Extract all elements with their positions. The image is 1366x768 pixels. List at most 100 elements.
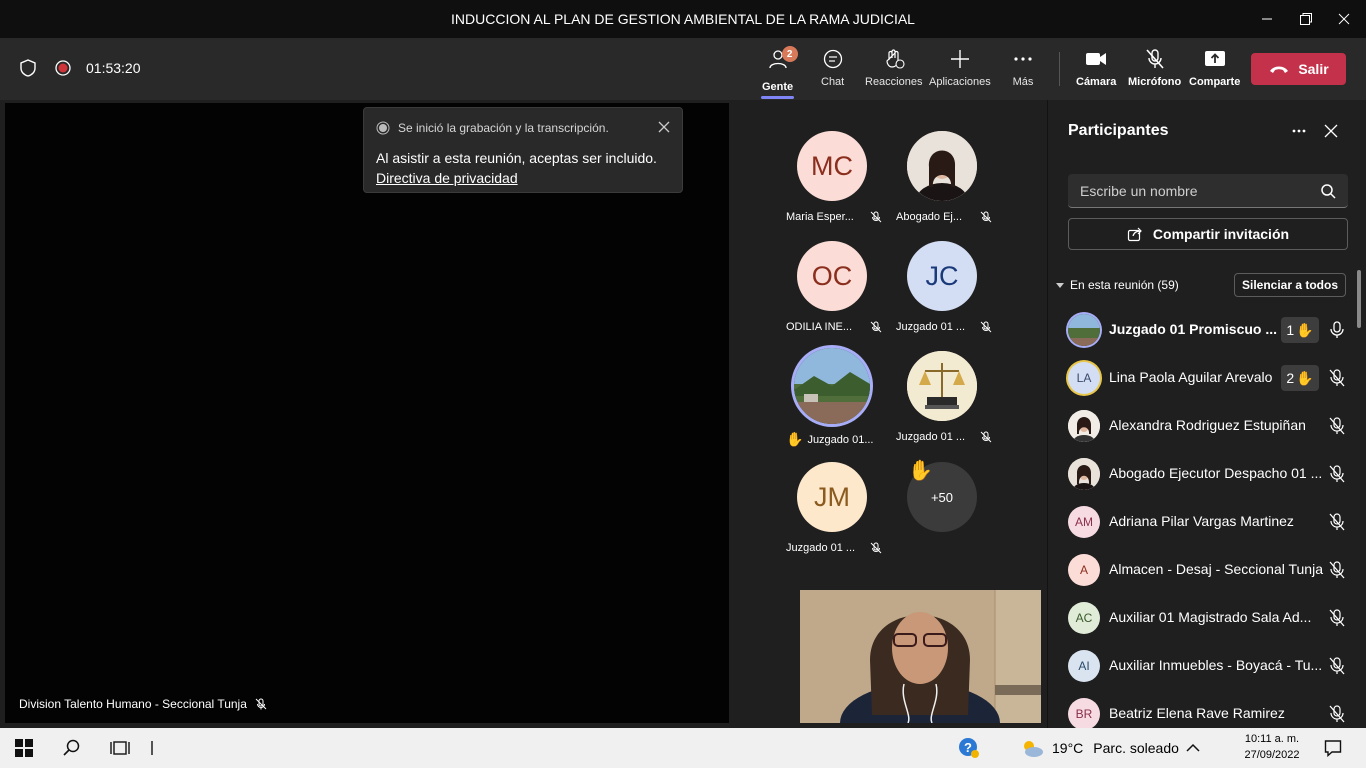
people-badge: 2 <box>781 46 798 62</box>
avatar: MC <box>797 131 867 201</box>
close-icon <box>658 121 670 133</box>
main-video-stage[interactable]: Division Talento Humano - Seccional Tunj… <box>5 103 729 723</box>
scales-of-justice-icon <box>907 351 977 421</box>
apps-button[interactable]: Aplicaciones <box>929 48 991 94</box>
camera-icon <box>1086 53 1107 65</box>
windows-logo-icon <box>15 739 33 757</box>
gallery-tile[interactable]: JM Juzgado 01 ... <box>780 462 890 562</box>
camera-button[interactable]: Cámara <box>1076 48 1116 94</box>
participant-row[interactable]: AM Adriana Pilar Vargas Martinez <box>1048 498 1366 546</box>
people-button[interactable]: 2 Gente <box>762 46 798 94</box>
gallery-tile[interactable]: Juzgado 01 ... <box>890 351 1000 451</box>
toolbar-divider <box>1059 52 1060 86</box>
notification-center-button[interactable] <box>1324 728 1342 768</box>
landscape-photo-icon <box>794 348 870 424</box>
hang-up-icon <box>1270 66 1289 73</box>
mic-off-icon[interactable] <box>1329 513 1345 531</box>
chevron-down-icon <box>1056 283 1064 288</box>
gallery-tile[interactable]: OC ODILIA INE... <box>780 241 890 341</box>
more-options-icon[interactable] <box>1291 123 1307 139</box>
restore-icon <box>1300 13 1312 25</box>
avatar <box>907 351 977 421</box>
share-icon <box>1127 227 1142 242</box>
gallery-tile[interactable]: Abogado Ej... <box>890 131 1000 231</box>
divider-icon <box>151 741 153 755</box>
task-view-icon <box>110 741 130 755</box>
more-button[interactable]: Más <box>1012 48 1034 94</box>
mic-off-icon <box>980 211 992 223</box>
people-tab-indicator <box>761 96 794 99</box>
mute-all-button[interactable]: Silenciar a todos <box>1234 273 1346 297</box>
search-icon <box>63 739 80 756</box>
self-video-image <box>800 590 1041 723</box>
search-icon <box>1321 184 1336 199</box>
svg-text:?: ? <box>964 740 972 755</box>
mic-off-icon[interactable] <box>1329 561 1345 579</box>
participant-row[interactable]: Juzgado 01 Promiscuo ... 1 ✋ <box>1048 306 1366 354</box>
taskbar-clock[interactable]: 10:11 a. m. 27/09/2022 <box>1240 731 1304 763</box>
gallery-tile[interactable]: JC Juzgado 01 ... <box>890 241 1000 341</box>
share-invite-button[interactable]: Compartir invitación <box>1068 218 1348 250</box>
shield-icon[interactable] <box>18 58 38 78</box>
close-panel-icon[interactable] <box>1324 124 1338 138</box>
show-hidden-icons-button[interactable] <box>1186 728 1200 768</box>
reactions-icon <box>886 49 905 69</box>
mic-off-icon[interactable] <box>1329 417 1345 435</box>
share-button[interactable]: Comparte <box>1189 48 1240 94</box>
profile-photo-icon <box>1068 458 1100 490</box>
participant-row[interactable]: LA Lina Paola Aguilar Arevalo 2 ✋ <box>1048 354 1366 402</box>
mic-off-icon[interactable] <box>1329 657 1345 675</box>
avatar <box>1068 458 1100 490</box>
windows-taskbar: ? 19°C Parc. soleado 10:11 a. m. 27/09/2… <box>0 728 1366 768</box>
recording-icon <box>376 121 390 135</box>
avatar: OC <box>797 241 867 311</box>
gallery-tile[interactable]: MC Maria Esper... <box>780 131 890 231</box>
chat-button[interactable]: Chat <box>821 48 844 94</box>
weather-widget[interactable]: 19°C Parc. soleado <box>1020 728 1179 768</box>
notification-text: Al asistir a esta reunión, aceptas ser i… <box>376 150 657 166</box>
stage-participant-label: Division Talento Humano - Seccional Tunj… <box>19 697 267 711</box>
participant-row[interactable]: Alexandra Rodriguez Estupiñan <box>1048 402 1366 450</box>
reactions-button[interactable]: Reacciones <box>865 48 922 94</box>
recording-notification: Se inició la grabación y la transcripció… <box>363 107 683 193</box>
raised-hand-icon: ✋ <box>1296 321 1314 338</box>
dismiss-notification-button[interactable] <box>658 120 670 138</box>
mic-on-icon[interactable] <box>1329 321 1345 339</box>
mic-off-icon <box>870 321 882 333</box>
start-button[interactable] <box>15 728 33 768</box>
overflow-tile[interactable]: +50 ✋ <box>890 460 1000 562</box>
mic-off-icon[interactable] <box>1329 609 1345 627</box>
share-screen-icon <box>1204 51 1225 66</box>
privacy-policy-link[interactable]: Directiva de privacidad <box>376 168 657 188</box>
mic-off-icon <box>1145 49 1164 69</box>
in-meeting-section-header[interactable]: En esta reunión (59) <box>1056 278 1179 292</box>
mic-off-icon[interactable] <box>1329 465 1345 483</box>
avatar <box>1068 410 1100 442</box>
participant-row[interactable]: AC Auxiliar 01 Magistrado Sala Ad... <box>1048 594 1366 642</box>
avatar: BR <box>1068 698 1100 730</box>
task-view-button[interactable] <box>110 728 130 768</box>
mic-off-icon[interactable] <box>1329 705 1345 723</box>
mic-off-icon[interactable] <box>1329 369 1345 387</box>
mic-off-icon <box>870 542 882 554</box>
close-window-button[interactable] <box>1321 0 1366 38</box>
leave-button[interactable]: Salir <box>1251 53 1346 85</box>
gallery-tile[interactable]: ✋ Juzgado 01... <box>780 348 890 451</box>
participant-row[interactable]: AI Auxiliar Inmuebles - Boyacá - Tu... <box>1048 642 1366 690</box>
window-title: INDUCCION AL PLAN DE GESTION AMBIENTAL D… <box>451 11 915 27</box>
plus-icon <box>950 50 969 68</box>
avatar <box>794 348 870 424</box>
help-tray-icon[interactable]: ? <box>958 728 980 768</box>
partly-sunny-icon <box>1024 741 1043 757</box>
participant-search-input[interactable]: Escribe un nombre <box>1068 174 1348 208</box>
avatar: AC <box>1068 602 1100 634</box>
panel-title: Participantes <box>1068 122 1169 139</box>
more-icon <box>1014 57 1032 61</box>
mic-off-icon <box>980 431 992 443</box>
self-view-video[interactable] <box>800 590 1041 723</box>
chat-icon <box>823 49 842 69</box>
search-button[interactable] <box>63 728 81 768</box>
participant-row[interactable]: A Almacen - Desaj - Seccional Tunja <box>1048 546 1366 594</box>
participant-row[interactable]: Abogado Ejecutor Despacho 01 ... <box>1048 450 1366 498</box>
microphone-button[interactable]: Micrófono <box>1128 48 1181 94</box>
